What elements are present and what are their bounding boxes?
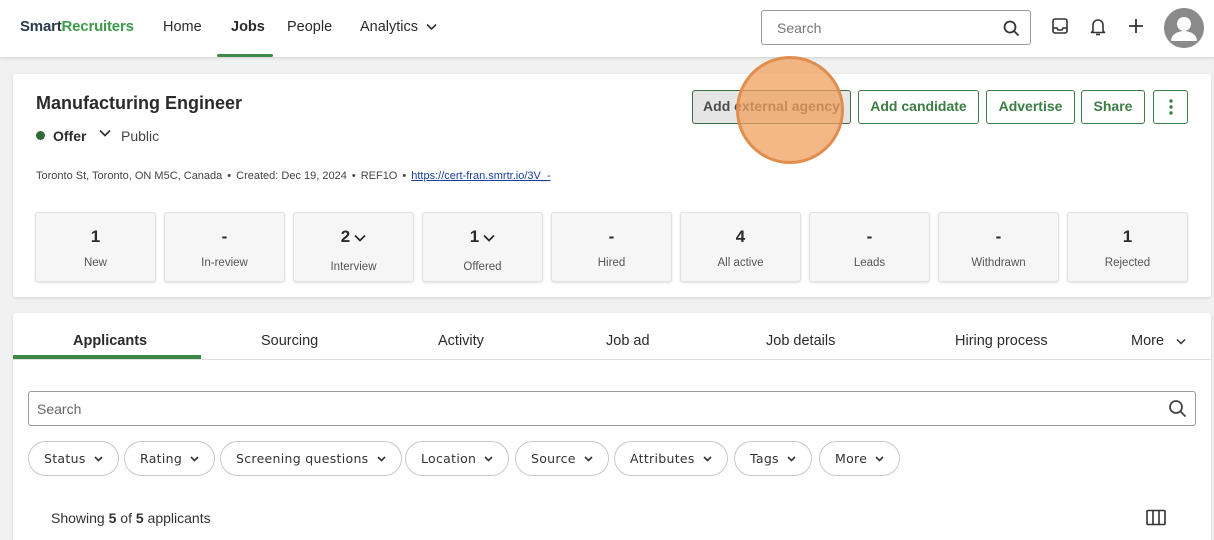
- chevron-down-icon: [484, 455, 493, 462]
- tab-sourcing[interactable]: Sourcing: [261, 333, 318, 349]
- tab-more[interactable]: More: [1131, 333, 1186, 349]
- stat-interview[interactable]: 2 Interview: [293, 212, 414, 282]
- chevron-down-icon: [875, 455, 884, 462]
- tab-job-ad[interactable]: Job ad: [606, 333, 650, 349]
- filter-rating[interactable]: Rating: [124, 441, 216, 476]
- filter-screening-questions[interactable]: Screening questions: [220, 441, 402, 476]
- tab-activity[interactable]: Activity: [438, 333, 484, 349]
- chevron-down-icon: [483, 234, 495, 242]
- share-button[interactable]: Share: [1081, 90, 1145, 124]
- chevron-down-icon: [787, 455, 796, 462]
- chevron-down-icon[interactable]: [99, 129, 111, 138]
- search-icon[interactable]: [1003, 20, 1020, 37]
- smartrecruiters-logo[interactable]: SmartRecruiters: [20, 18, 134, 35]
- job-summary-card: Manufacturing Engineer Offer Public Toro…: [13, 74, 1211, 297]
- stat-hired[interactable]: - Hired: [551, 212, 672, 282]
- nav-link-home[interactable]: Home: [163, 19, 202, 35]
- filter-status[interactable]: Status: [28, 441, 119, 476]
- nav-link-jobs[interactable]: Jobs: [231, 19, 265, 35]
- more-actions-button[interactable]: [1153, 90, 1188, 124]
- top-navigation-bar: SmartRecruiters Home Jobs People Analyti…: [0, 0, 1214, 58]
- add-external-agency-button[interactable]: Add external agency: [692, 90, 851, 124]
- stat-in-review[interactable]: - In-review: [164, 212, 285, 282]
- filter-source[interactable]: Source: [515, 441, 609, 476]
- chevron-down-icon: [426, 24, 437, 31]
- chevron-down-icon: [1176, 338, 1186, 345]
- job-tabs: Applicants Sourcing Activity Job ad Job …: [13, 313, 1211, 360]
- filter-tags[interactable]: Tags: [734, 441, 812, 476]
- avatar-icon: [1166, 10, 1202, 46]
- active-nav-indicator: [217, 54, 273, 57]
- stat-rejected[interactable]: 1 Rejected: [1067, 212, 1188, 282]
- filter-attributes[interactable]: Attributes: [614, 441, 728, 476]
- inbox-icon[interactable]: [1051, 17, 1069, 35]
- chevron-down-icon: [94, 455, 103, 462]
- search-icon[interactable]: [1168, 399, 1187, 418]
- stat-new[interactable]: 1 New: [35, 212, 156, 282]
- tab-applicants[interactable]: Applicants: [73, 333, 147, 349]
- filter-location[interactable]: Location: [405, 441, 510, 476]
- nav-link-analytics[interactable]: Analytics: [360, 19, 437, 35]
- stat-leads[interactable]: - Leads: [809, 212, 930, 282]
- global-search-input[interactable]: Search: [761, 10, 1031, 45]
- job-title: Manufacturing Engineer: [36, 93, 243, 113]
- add-candidate-button[interactable]: Add candidate: [858, 90, 979, 124]
- columns-icon[interactable]: [1146, 509, 1166, 526]
- tab-job-details[interactable]: Job details: [766, 333, 835, 349]
- job-short-link[interactable]: https://cert-fran.smrtr.io/3V_-: [411, 170, 550, 182]
- stat-offered[interactable]: 1 Offered: [422, 212, 543, 282]
- plus-icon[interactable]: [1127, 17, 1145, 35]
- kebab-menu-icon: [1168, 99, 1173, 115]
- user-avatar[interactable]: [1164, 8, 1204, 48]
- applicants-panel: Applicants Sourcing Activity Job ad Job …: [13, 313, 1211, 540]
- stat-withdrawn[interactable]: - Withdrawn: [938, 212, 1059, 282]
- chevron-down-icon: [376, 455, 386, 462]
- chevron-down-icon: [584, 455, 593, 462]
- tab-hiring-process[interactable]: Hiring process: [955, 333, 1048, 349]
- applicant-count-text: Showing 5 of 5 applicants: [51, 510, 211, 526]
- job-status-dropdown[interactable]: Offer: [53, 128, 86, 144]
- status-indicator-dot: [36, 131, 45, 140]
- chevron-down-icon: [354, 234, 366, 242]
- job-location: Toronto St, Toronto, ON M5C, Canada: [36, 170, 223, 182]
- chevron-down-icon: [703, 455, 712, 462]
- job-created-date: Created: Dec 19, 2024: [236, 170, 347, 182]
- bell-icon[interactable]: [1089, 17, 1107, 37]
- advertise-button[interactable]: Advertise: [986, 90, 1075, 124]
- applicant-search-input[interactable]: Search: [28, 391, 1196, 426]
- chevron-down-icon: [190, 455, 199, 462]
- filter-more[interactable]: More: [819, 441, 901, 476]
- job-ref: REF1O: [360, 170, 398, 182]
- job-meta-line: Toronto St, Toronto, ON M5C, Canada • Crea…: [36, 170, 551, 182]
- active-tab-indicator: [13, 355, 201, 359]
- stat-all-active[interactable]: 4 All active: [680, 212, 801, 282]
- job-visibility: Public: [121, 128, 160, 144]
- nav-link-people[interactable]: People: [287, 19, 332, 35]
